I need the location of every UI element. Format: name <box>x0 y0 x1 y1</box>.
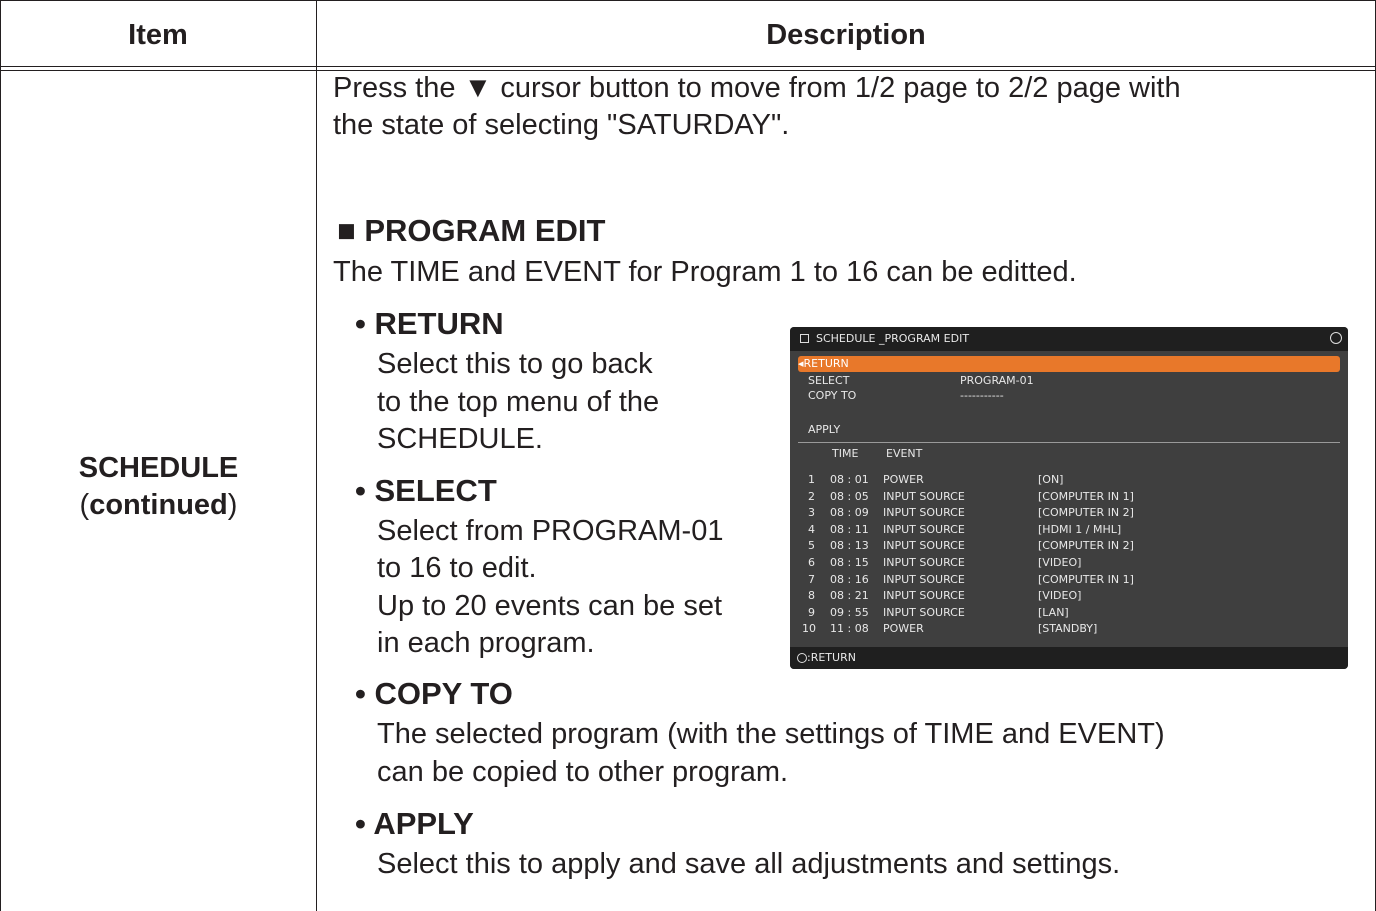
osd-row-value: [HDMI 1 / MHL] <box>1038 522 1122 536</box>
osd-row-value: [LAN] <box>1038 605 1069 619</box>
osd-col-event: EVENT <box>886 447 923 460</box>
copy-line-1: The selected program (with the settings … <box>377 718 1165 750</box>
select-line-4: in each program. <box>377 627 595 659</box>
osd-return-item[interactable]: ◂RETURN <box>798 356 1340 372</box>
osd-row-number: 6 <box>808 556 815 569</box>
section-desc: The TIME and EVENT for Program 1 to 16 c… <box>333 256 1077 288</box>
osd-row-time: 09 : 55 <box>830 605 869 619</box>
manual-table: Item Description SCHEDULE (continued) Pr… <box>0 0 1376 911</box>
osd-return-label: ◂RETURN <box>798 357 849 370</box>
osd-row-number: 8 <box>808 589 815 603</box>
select-line-2: to 16 to edit. <box>377 552 537 584</box>
header-description: Description <box>766 19 926 51</box>
apply-title: • APPLY <box>355 806 474 841</box>
osd-row-value: [VIDEO] <box>1038 589 1082 603</box>
osd-row-number: 3 <box>808 506 815 520</box>
osd-row-value: [COMPUTER IN 1] <box>1038 489 1134 503</box>
intro-line-2: the state of selecting "SATURDAY". <box>333 109 790 141</box>
osd-copy-value: ----------- <box>960 389 1004 402</box>
item-continued: (continued) <box>0 487 317 524</box>
osd-row-number: 9 <box>808 605 815 619</box>
return-line-2: to the top menu of the <box>377 386 660 418</box>
osd-row-value: [VIDEO] <box>1038 556 1082 569</box>
osd-row-time: 11 : 08 <box>830 622 869 636</box>
osd-row-event: INPUT SOURCE <box>883 589 965 603</box>
return-line-1: Select this to go back <box>377 348 653 380</box>
osd-title: SCHEDULE _PROGRAM EDIT <box>816 332 970 345</box>
osd-footer-label: :RETURN <box>807 651 856 664</box>
osd-row-number: 4 <box>808 522 815 536</box>
menu-icon <box>1330 332 1342 344</box>
osd-apply[interactable]: APPLY <box>808 423 840 437</box>
osd-row-event: INPUT SOURCE <box>883 506 965 520</box>
osd-footer: :RETURN <box>790 647 1348 669</box>
intro-text: Press the ▼ cursor button to move from 1… <box>333 70 1363 144</box>
copy-title: • COPY TO <box>355 676 513 711</box>
intro-line-1: Press the ▼ cursor button to move from 1… <box>333 72 1181 104</box>
osd-select-label[interactable]: SELECT <box>808 374 849 388</box>
osd-row-event: INPUT SOURCE <box>883 572 965 586</box>
osd-row-event: INPUT SOURCE <box>883 605 965 619</box>
continued-label: continued <box>89 489 228 521</box>
osd-select-value: PROGRAM-01 <box>960 374 1034 387</box>
osd-row-time: 08 : 13 <box>830 539 869 553</box>
osd-row-time: 08 : 15 <box>830 556 869 569</box>
return-title: • RETURN <box>355 306 504 341</box>
osd-row-value: [COMPUTER IN 1] <box>1038 572 1134 586</box>
osd-row-value: [COMPUTER IN 2] <box>1038 539 1134 553</box>
table-top-border <box>0 0 1376 1</box>
apply-line-1: Select this to apply and save all adjust… <box>377 848 1121 880</box>
osd-row-time: 08 : 09 <box>830 506 869 520</box>
calendar-icon <box>800 334 809 343</box>
osd-row-time: 08 : 05 <box>830 489 869 503</box>
osd-row-event: INPUT SOURCE <box>883 489 965 503</box>
select-line-1: Select from PROGRAM-01 <box>377 515 724 547</box>
item-cell: SCHEDULE (continued) <box>0 450 317 524</box>
osd-row-time: 08 : 21 <box>830 589 869 603</box>
osd-row-time: 08 : 11 <box>830 522 869 536</box>
osd-row-number: 7 <box>808 572 815 586</box>
copy-line-2: can be copied to other program. <box>377 756 789 788</box>
osd-row-number: 1 <box>808 473 815 486</box>
select-title: • SELECT <box>355 473 497 508</box>
back-button-icon <box>797 653 807 663</box>
section-title: ■ PROGRAM EDIT <box>337 213 606 248</box>
osd-row-event: INPUT SOURCE <box>883 539 965 553</box>
open-paren: ( <box>79 489 90 521</box>
osd-row-number: 10 <box>802 622 816 636</box>
osd-row-time: 08 : 01 <box>830 473 869 486</box>
select-line-3: Up to 20 events can be set <box>377 590 722 622</box>
osd-row-time: 08 : 16 <box>830 572 869 586</box>
section-block: ■ PROGRAM EDIT <box>337 212 1367 249</box>
osd-row-number: 2 <box>808 489 815 503</box>
header-item: Item <box>128 19 188 51</box>
osd-screen: SCHEDULE _PROGRAM EDIT ◂RETURN SELECT PR… <box>790 327 1348 669</box>
osd-row-value: [STANDBY] <box>1038 622 1098 636</box>
osd-row-value: [ON] <box>1038 473 1064 486</box>
osd-row-event: INPUT SOURCE <box>883 522 965 536</box>
osd-row-number: 5 <box>808 539 815 553</box>
osd-row-event: INPUT SOURCE <box>883 556 965 569</box>
osd-title-bar: SCHEDULE _PROGRAM EDIT <box>790 327 1348 351</box>
header-divider-1 <box>0 66 1376 67</box>
section-desc-block: The TIME and EVENT for Program 1 to 16 c… <box>333 254 1363 291</box>
osd-row-value: [COMPUTER IN 2] <box>1038 506 1134 520</box>
return-line-3: SCHEDULE. <box>377 423 543 455</box>
osd-row-event: POWER <box>883 622 924 636</box>
osd-col-time: TIME <box>832 447 859 460</box>
item-name: SCHEDULE <box>78 452 239 484</box>
osd-copy-label[interactable]: COPY TO <box>808 389 856 403</box>
osd-separator <box>798 442 1340 443</box>
close-paren: ) <box>227 489 238 521</box>
osd-row-event: POWER <box>883 473 924 486</box>
